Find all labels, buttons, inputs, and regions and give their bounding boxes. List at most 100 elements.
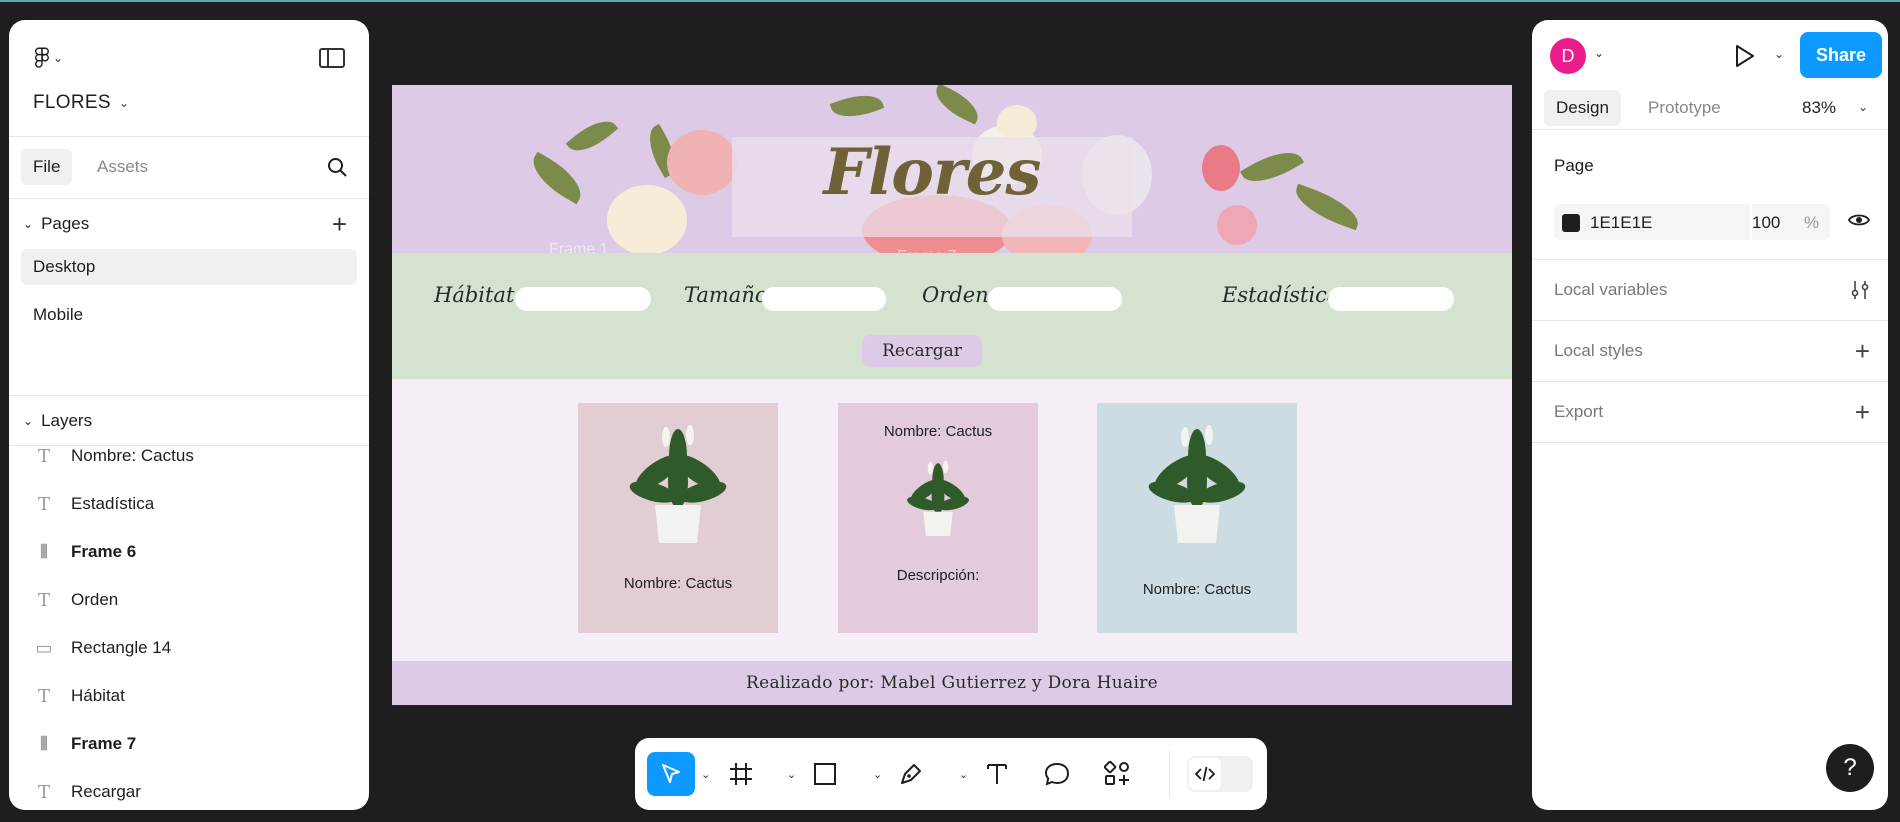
left-panel: ⌄ FLORES ⌄ File Assets ⌄ Pages + Desktop… (9, 20, 369, 810)
window-top-line (0, 0, 1900, 2)
chevron-down-icon[interactable]: ⌄ (873, 768, 882, 781)
add-page-icon[interactable]: + (332, 209, 347, 240)
main-menu-button[interactable]: ⌄ (35, 44, 63, 72)
tab-file[interactable]: File (21, 149, 73, 185)
color-swatch[interactable] (1562, 214, 1580, 232)
tab-assets[interactable]: Assets (97, 157, 148, 177)
layer-name: Nombre: Cactus (71, 446, 194, 465)
layer-item[interactable]: T Nombre: Cactus (9, 432, 369, 480)
right-panel: D ⌄ ⌄ Share Design Prototype 83% ⌄ Page … (1532, 20, 1888, 810)
shape-tool[interactable] (807, 752, 843, 796)
local-variables-row[interactable]: Local variables (1532, 260, 1888, 321)
actions-icon (1104, 761, 1129, 785)
layer-name: Recargar (71, 782, 141, 801)
page-item-desktop[interactable]: Desktop (21, 249, 357, 285)
frame-tool[interactable] (723, 752, 759, 796)
text-tool[interactable] (979, 752, 1015, 796)
page-color-hex[interactable]: 1E1E1E (1590, 213, 1652, 233)
layer-item[interactable]: T Recargar (9, 768, 369, 810)
chevron-down-icon[interactable]: ⌄ (1858, 100, 1868, 114)
leaf-decoration (524, 151, 590, 205)
figma-logo-icon (35, 47, 49, 68)
zoom-level[interactable]: 83% (1802, 98, 1836, 118)
comment-icon (1044, 762, 1070, 786)
layer-name: Orden (71, 590, 119, 609)
habitat-input[interactable] (515, 287, 651, 311)
cursor-icon (662, 764, 680, 783)
layer-item[interactable]: T Estadística (9, 480, 369, 528)
export-label: Export (1554, 402, 1604, 421)
chevron-down-icon[interactable]: ⌄ (787, 768, 796, 781)
layer-item[interactable]: T Hábitat (9, 672, 369, 720)
comment-tool[interactable] (1039, 752, 1075, 796)
tab-prototype[interactable]: Prototype (1648, 98, 1721, 118)
footer: Realizado por: Mabel Gutierrez y Dora Hu… (392, 661, 1512, 705)
estadistica-input[interactable] (1328, 287, 1454, 311)
move-tool[interactable] (647, 752, 695, 796)
layer-name: Estadística (71, 494, 155, 513)
avatar[interactable]: D (1550, 38, 1586, 74)
present-play-icon[interactable] (1734, 44, 1756, 68)
plant-card[interactable]: Nombre: Cactus Descripción: (838, 403, 1038, 633)
layer-item[interactable]: T Orden (9, 576, 369, 624)
text-layer-icon: T (37, 493, 50, 515)
layers-label: Layers (41, 410, 93, 430)
plant-image-icon (1148, 425, 1246, 543)
layer-item[interactable]: ⦀ Frame 6 (9, 528, 369, 576)
pages-header[interactable]: ⌄ Pages + (9, 199, 369, 249)
chevron-down-icon: ⌄ (52, 51, 63, 65)
layer-name: Frame 7 (71, 734, 137, 753)
page-color-field[interactable]: 1E1E1E 100 % (1554, 204, 1830, 240)
eye-icon[interactable] (1848, 212, 1870, 228)
leaf-decoration (1290, 183, 1364, 231)
text-layer-icon: T (37, 781, 50, 803)
chevron-down-icon[interactable]: ⌄ (959, 768, 968, 781)
page-opacity[interactable]: 100 (1752, 213, 1780, 233)
leaf-decoration (829, 87, 885, 125)
leaf-decoration (929, 85, 985, 125)
page-label: Page (1554, 156, 1594, 175)
site-title: Flores (823, 135, 1042, 210)
desktop-frame[interactable]: Flores Frame 1 Frame 7 Hábitat Tamaño Or… (392, 85, 1512, 705)
code-icon (1189, 758, 1221, 790)
leaf-decoration (565, 111, 619, 161)
card-bottom-text: Nombre: Cactus (623, 575, 733, 592)
page-item-mobile[interactable]: Mobile (21, 297, 357, 333)
add-export-icon[interactable]: + (1855, 397, 1870, 428)
rectangle-layer-icon: ▭ (35, 637, 53, 659)
chevron-down-icon[interactable]: ⌄ (1594, 46, 1604, 60)
pen-tool[interactable] (893, 752, 929, 796)
frame-icon (730, 763, 752, 785)
text-icon (987, 764, 1007, 784)
plant-image-icon (629, 425, 727, 543)
filter-label-tamano: Tamaño (684, 283, 768, 307)
export-row[interactable]: Export + (1532, 382, 1888, 443)
dev-mode-toggle[interactable] (1187, 756, 1253, 792)
share-button[interactable]: Share (1800, 32, 1882, 78)
chevron-down-icon[interactable]: ⌄ (1774, 47, 1784, 61)
tab-design[interactable]: Design (1544, 90, 1621, 126)
divider (1169, 750, 1170, 798)
layer-item[interactable]: ⦀ Frame 7 (9, 720, 369, 768)
local-styles-label: Local styles (1554, 341, 1643, 360)
leaf-decoration (1240, 141, 1304, 193)
chevron-down-icon[interactable]: ⌄ (701, 768, 710, 781)
search-icon[interactable] (327, 157, 347, 177)
layer-item[interactable]: ▭ Rectangle 14 (9, 624, 369, 672)
variables-icon[interactable] (1850, 280, 1870, 300)
layers-list: T Nombre: Cactus T Estadística ⦀ Frame 6 T O… (9, 432, 369, 810)
sidebar-toggle-icon[interactable] (319, 48, 345, 68)
reload-button[interactable]: Recargar (862, 335, 982, 367)
local-styles-row[interactable]: Local styles + (1532, 321, 1888, 382)
help-button[interactable]: ? (1826, 744, 1874, 792)
bottom-toolbar: ⌄ ⌄ ⌄ ⌄ (635, 738, 1267, 810)
page-section: Page 1E1E1E 100 % (1532, 134, 1888, 260)
add-style-icon[interactable]: + (1855, 336, 1870, 367)
plant-card[interactable]: Nombre: Cactus (578, 403, 778, 633)
project-title[interactable]: FLORES ⌄ (33, 92, 129, 114)
orden-input[interactable] (988, 287, 1122, 311)
actions-tool[interactable] (1099, 752, 1135, 796)
plant-card[interactable]: Nombre: Cactus (1097, 403, 1297, 633)
pages-label: Pages (41, 214, 90, 233)
tamano-input[interactable] (762, 287, 886, 311)
